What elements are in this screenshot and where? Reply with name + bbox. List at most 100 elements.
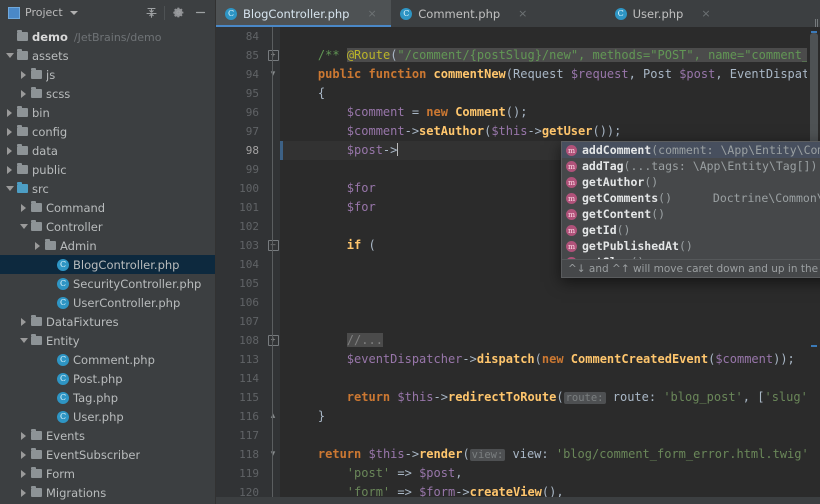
tree-folder-Form[interactable]: Form [0, 464, 215, 483]
twisty-collapsed-icon[interactable] [4, 127, 15, 136]
tree-folder-src[interactable]: src [0, 179, 215, 198]
autocomplete-list[interactable]: m addComment(comment: \App\Entity\Comment… [562, 142, 820, 259]
tree-folder-scss[interactable]: scss [0, 84, 215, 103]
folder-icon [29, 448, 43, 459]
toolbar-separator [164, 5, 165, 20]
tree-file-SecurityController.php[interactable]: C SecurityController.php [0, 274, 215, 293]
twisty-expanded-icon[interactable] [4, 186, 15, 191]
editor-tab-label: BlogController.php [243, 6, 350, 21]
tree-folder-EventSubscriber[interactable]: EventSubscriber [0, 445, 215, 464]
tree-folder-Entity[interactable]: Entity [0, 331, 215, 350]
code-line-96[interactable]: $comment = new Comment(); [280, 103, 807, 122]
tree-file-Tag.php[interactable]: C Tag.php [0, 388, 215, 407]
tree-folder-Migrations[interactable]: Migrations [0, 483, 215, 502]
editor-tab-blogcontroller[interactable]: C BlogController.php × [216, 0, 392, 27]
fold-collapse-icon[interactable]: – [266, 236, 280, 255]
close-icon[interactable]: × [518, 7, 527, 20]
code-line-114[interactable] [280, 369, 807, 388]
fold-gutter-cell [266, 122, 280, 141]
code-line-108[interactable]: //... [280, 331, 807, 350]
twisty-expanded-icon[interactable] [18, 338, 29, 343]
settings-button[interactable] [167, 3, 189, 23]
php-class-icon: C [57, 353, 69, 366]
editor-tab-bar[interactable]: C BlogController.php × C Comment.php × C User.p… [216, 0, 820, 29]
line-number-gutter[interactable]: 84 85 94 95 96 97 98 99 100 101 102 103 104 105 106 107… [216, 27, 266, 497]
php-class-icon: C [57, 391, 69, 404]
twisty-collapsed-icon[interactable] [18, 89, 29, 98]
twisty-collapsed-icon[interactable] [32, 241, 43, 250]
tree-folder-Events[interactable]: Events [0, 426, 215, 445]
fold-region-start-icon[interactable]: ▾ [266, 445, 280, 464]
close-icon[interactable]: × [701, 7, 710, 20]
tree-folder-Controller[interactable]: Controller [0, 217, 215, 236]
twisty-collapsed-icon[interactable] [18, 488, 29, 497]
autocomplete-popup[interactable]: m addComment(comment: \App\Entity\Comment… [561, 141, 820, 278]
code-line-119[interactable]: 'post' => $post, [280, 464, 807, 483]
twisty-collapsed-icon[interactable] [18, 70, 29, 79]
twisty-collapsed-icon[interactable] [4, 108, 15, 117]
autocomplete-item-getSlug[interactable]: mgetSlug()null|string [562, 254, 820, 259]
autocomplete-item-args: () [658, 191, 673, 205]
line-number: 103 [239, 239, 259, 252]
tree-folder-Admin[interactable]: Admin [0, 236, 215, 255]
tree-folder-bin[interactable]: bin [0, 103, 215, 122]
tree-folder-demo[interactable]: demo/JetBrains/demo [0, 27, 215, 46]
code-line-113[interactable]: $eventDispatcher->dispatch(new CommentCr… [280, 350, 807, 369]
tree-folder-public[interactable]: public [0, 160, 215, 179]
code-line-116[interactable]: } [280, 407, 807, 426]
code-line-84[interactable] [280, 27, 807, 46]
twisty-expanded-icon[interactable] [18, 224, 29, 229]
hide-panel-button[interactable] [189, 3, 211, 23]
code-line-94[interactable]: public function commentNew(Request $requ… [280, 65, 807, 84]
twisty-collapsed-icon[interactable] [18, 450, 29, 459]
twisty-collapsed-icon[interactable] [18, 469, 29, 478]
autocomplete-item-addTag[interactable]: maddTag(...tags: \App\Entity\Tag[])void [562, 158, 820, 174]
tree-item-label: demo/JetBrains/demo [32, 29, 162, 44]
code-line-118[interactable]: return $this->render(view: view: 'blog/c… [280, 445, 807, 464]
code-line-97[interactable]: $comment->setAuthor($this->getUser()); [280, 122, 807, 141]
code-line-107[interactable] [280, 312, 807, 331]
close-icon[interactable]: × [367, 7, 376, 20]
code-folding-gutter[interactable]: +▾–+▴▾▴▴ [266, 27, 280, 497]
twisty-collapsed-icon[interactable] [18, 203, 29, 212]
tree-folder-Command[interactable]: Command [0, 198, 215, 217]
tree-folder-assets[interactable]: assets [0, 46, 215, 65]
code-line-115[interactable]: return $this->redirectToRoute(route: rou… [280, 388, 807, 407]
project-view-selector[interactable]: Project [4, 4, 82, 21]
autocomplete-item-getContent[interactable]: mgetContent()null|string [562, 206, 820, 222]
autocomplete-item-addComment[interactable]: m addComment(comment: \App\Entity\Comment… [562, 142, 820, 158]
tree-item-label: Controller [46, 219, 103, 234]
tree-item-label: Migrations [46, 485, 107, 500]
editor-tab-comment[interactable]: C Comment.php × [391, 0, 605, 27]
code-line-120[interactable]: 'form' => $form->createView(), [280, 483, 807, 497]
collapse-all-button[interactable] [140, 3, 162, 23]
twisty-collapsed-icon[interactable] [4, 146, 15, 155]
code-line-117[interactable] [280, 426, 807, 445]
code-line-106[interactable] [280, 293, 807, 312]
tree-file-Post.php[interactable]: C Post.php [0, 369, 215, 388]
tree-file-BlogController.php[interactable]: C BlogController.php [0, 255, 215, 274]
fold-expand-icon[interactable]: + [266, 46, 280, 65]
fold-expand-icon[interactable]: + [266, 331, 280, 350]
tree-file-User.php[interactable]: C User.php [0, 407, 215, 426]
code-line-95[interactable]: { [280, 84, 807, 103]
tree-folder-js[interactable]: js [0, 65, 215, 84]
editor-tab-user[interactable]: C User.php × [606, 0, 820, 27]
fold-region-end-icon[interactable]: ▴ [266, 407, 280, 426]
tree-folder-config[interactable]: config [0, 122, 215, 141]
twisty-collapsed-icon[interactable] [18, 431, 29, 440]
code-line-85[interactable]: /** @Route("/comment/{postSlug}/new", me… [280, 46, 807, 65]
twisty-collapsed-icon[interactable] [18, 317, 29, 326]
autocomplete-item-getPublishedAt[interactable]: mgetPublishedAt()DateTime [562, 238, 820, 254]
project-tree[interactable]: demo/JetBrains/demo assets js scss bin config… [0, 25, 215, 504]
autocomplete-item-getId[interactable]: mgetId()int|null [562, 222, 820, 238]
twisty-collapsed-icon[interactable] [4, 165, 15, 174]
autocomplete-item-getComments[interactable]: m getComments() Doctrine\Common\Collection… [562, 190, 820, 206]
twisty-expanded-icon[interactable] [4, 53, 15, 58]
tree-folder-DataFixtures[interactable]: DataFixtures [0, 312, 215, 331]
fold-region-start-icon[interactable]: ▾ [266, 65, 280, 84]
tree-file-Comment.php[interactable]: C Comment.php [0, 350, 215, 369]
tree-file-UserController.php[interactable]: C UserController.php [0, 293, 215, 312]
tree-folder-data[interactable]: data [0, 141, 215, 160]
autocomplete-item-getAuthor[interactable]: mgetAuthor()App\Entity\User|null [562, 174, 820, 190]
